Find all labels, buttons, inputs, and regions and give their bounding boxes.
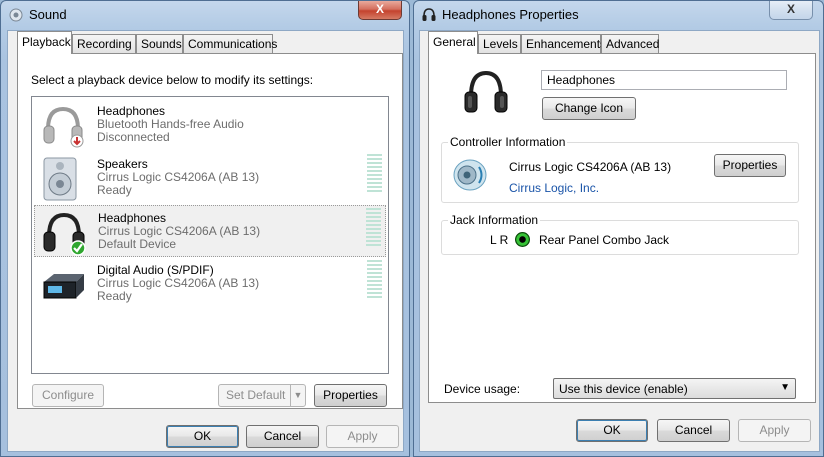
jack-information-label: Jack Information — [448, 213, 541, 227]
sound-cancel-button[interactable]: Cancel — [246, 425, 319, 448]
tab-playback[interactable]: Playback — [17, 31, 72, 54]
properties-ok-button[interactable]: OK — [576, 419, 648, 442]
properties-apply-button[interactable]: Apply — [738, 419, 811, 442]
general-panel: Headphones Change Icon Cirrus Logic CS42… — [428, 53, 816, 403]
playback-instruction: Select a playback device below to modify… — [31, 73, 314, 87]
volume-meter — [366, 208, 381, 250]
headphones-disconnected-icon — [43, 106, 84, 148]
device-usage-label: Device usage: — [444, 382, 521, 396]
device-driver: Cirrus Logic CS4206A (AB 13) — [98, 224, 261, 238]
device-status: Ready — [97, 289, 132, 303]
volume-meter — [367, 154, 382, 196]
chevron-down-icon: ▼ — [780, 382, 790, 393]
headphones-default-icon — [43, 212, 86, 256]
device-item-digital-audio[interactable]: Digital Audio (S/PDIF) Cirrus Logic CS42… — [34, 258, 386, 310]
sound-window-title: Sound — [29, 7, 67, 22]
device-item-speakers[interactable]: Speakers Cirrus Logic CS4206A (AB 13) Re… — [34, 152, 386, 204]
device-status: Disconnected — [97, 130, 170, 144]
set-default-label: Set Default — [226, 388, 286, 402]
sound-apply-button[interactable]: Apply — [326, 425, 399, 448]
device-name: Headphones — [97, 104, 166, 118]
headphones-icon — [422, 8, 436, 21]
digital-audio-icon — [43, 274, 84, 299]
speaker-icon — [9, 8, 23, 22]
controller-information-label: Controller Information — [448, 135, 568, 149]
tab-general[interactable]: General — [428, 31, 478, 54]
sound-close-button[interactable]: X — [358, 1, 402, 20]
device-usage-select[interactable]: Use this device (enable) ▼ — [553, 378, 796, 399]
sound-window: Sound X Playback Recording Sounds Commun… — [0, 0, 410, 457]
playback-properties-button[interactable]: Properties — [314, 384, 387, 407]
tab-advanced[interactable]: Advanced — [601, 34, 659, 53]
controller-information-group: Cirrus Logic CS4206A (AB 13) Cirrus Logi… — [441, 142, 799, 203]
volume-meter — [367, 260, 382, 302]
properties-titlebar[interactable]: Headphones Properties X — [414, 1, 823, 29]
jack-channels: L R — [490, 233, 509, 247]
device-driver: Cirrus Logic CS4206A (AB 13) — [97, 170, 260, 184]
device-name: Headphones — [98, 211, 167, 225]
playback-device-list[interactable]: Headphones Bluetooth Hands-free Audio Di… — [31, 96, 389, 374]
device-item-headphones-bluetooth[interactable]: Headphones Bluetooth Hands-free Audio Di… — [34, 99, 386, 151]
jack-color-icon — [515, 232, 530, 247]
controller-manufacturer-link[interactable]: Cirrus Logic, Inc. — [509, 181, 599, 195]
controller-name: Cirrus Logic CS4206A (AB 13) — [509, 160, 672, 174]
playback-panel: Select a playback device below to modify… — [17, 53, 403, 409]
device-item-headphones-default[interactable]: Headphones Cirrus Logic CS4206A (AB 13) … — [34, 205, 386, 257]
device-name-input[interactable]: Headphones — [541, 70, 787, 90]
properties-window-title: Headphones Properties — [442, 7, 579, 22]
device-name: Digital Audio (S/PDIF) — [97, 263, 214, 277]
properties-cancel-button[interactable]: Cancel — [657, 419, 730, 442]
jack-name: Rear Panel Combo Jack — [539, 233, 670, 247]
tab-recording[interactable]: Recording — [72, 34, 136, 53]
chevron-down-icon[interactable]: ▼ — [290, 385, 305, 406]
speakers-icon — [43, 157, 77, 201]
tab-communications[interactable]: Communications — [183, 34, 277, 53]
tab-sounds[interactable]: Sounds — [136, 34, 183, 53]
headphones-properties-window: Headphones Properties X General Levels E… — [413, 0, 824, 457]
tab-enhancements[interactable]: Enhancements — [521, 34, 606, 53]
headphones-large-icon — [464, 70, 508, 113]
tab-levels[interactable]: Levels — [478, 34, 521, 53]
sound-titlebar[interactable]: Sound X — [1, 1, 409, 29]
configure-button[interactable]: Configure — [32, 384, 104, 407]
close-icon: X — [786, 2, 795, 16]
device-usage-value: Use this device (enable) — [559, 382, 688, 396]
device-status: Ready — [97, 183, 132, 197]
device-driver: Cirrus Logic CS4206A (AB 13) — [97, 276, 260, 290]
device-status: Default Device — [98, 237, 177, 251]
sound-ok-button[interactable]: OK — [166, 425, 239, 448]
properties-close-button[interactable]: X — [769, 1, 813, 20]
properties-client-area: General Levels Enhancements Advanced Hea… — [419, 30, 820, 452]
device-driver: Bluetooth Hands-free Audio — [97, 117, 244, 131]
controller-properties-button[interactable]: Properties — [714, 154, 786, 177]
device-name: Speakers — [97, 157, 148, 171]
set-default-button[interactable]: Set Default ▼ — [218, 384, 306, 407]
change-icon-button[interactable]: Change Icon — [542, 97, 636, 120]
speaker-controller-icon — [453, 159, 487, 191]
sound-client-area: Playback Recording Sounds Communications… — [7, 30, 404, 452]
